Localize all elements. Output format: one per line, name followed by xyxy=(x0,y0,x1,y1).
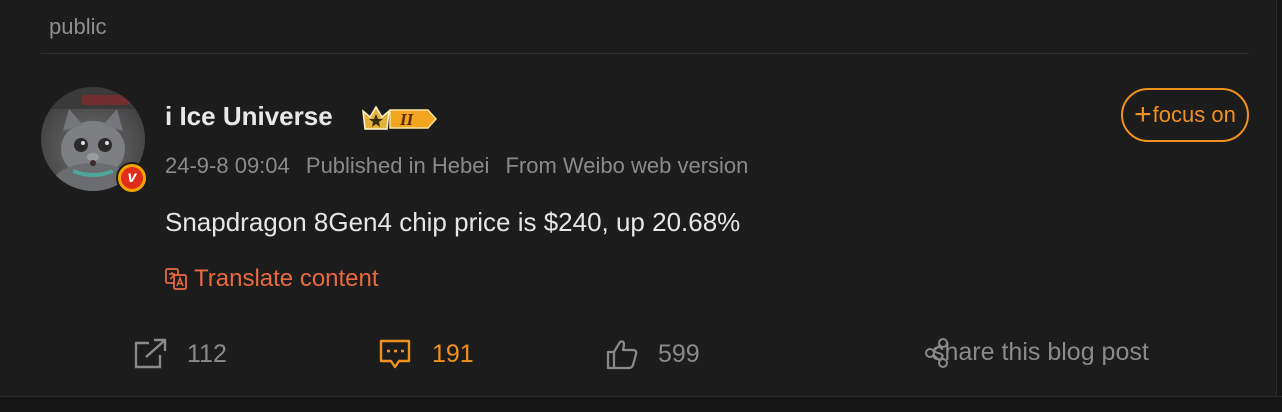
translate-icon xyxy=(165,268,187,290)
card-bottom-border xyxy=(0,396,1282,397)
translate-button[interactable]: Translate content xyxy=(164,265,379,293)
verified-badge: v xyxy=(116,162,148,194)
post-location: Published in Hebei xyxy=(305,153,490,178)
post-time[interactable]: 24-9-8 09:04 xyxy=(165,153,290,178)
share-button[interactable]: share this blog post xyxy=(925,338,1149,368)
share-icon xyxy=(925,338,948,368)
post-card: public v i Ice Universe II 24-9-8 09:04 … xyxy=(0,0,1277,396)
post-content: Snapdragon 8Gen4 chip price is $240, up … xyxy=(165,207,741,237)
comment-button[interactable]: 191 xyxy=(378,338,474,370)
post-meta: 24-9-8 09:04 Published in Hebei From Wei… xyxy=(165,153,758,179)
crown-badge-icon[interactable]: II xyxy=(360,101,438,138)
comment-icon xyxy=(379,339,411,369)
follow-button[interactable]: + focus on xyxy=(1121,88,1249,142)
repost-button[interactable]: 112 xyxy=(133,338,227,370)
comment-count: 191 xyxy=(432,339,474,368)
repost-icon xyxy=(134,338,167,369)
share-label: share this blog post xyxy=(932,338,1149,366)
member-level: II xyxy=(399,110,415,129)
divider xyxy=(41,53,1249,54)
visibility-label: public xyxy=(49,14,107,39)
author-name[interactable]: i Ice Universe xyxy=(165,101,333,132)
like-button[interactable]: 599 xyxy=(606,338,700,370)
thumbs-up-icon xyxy=(606,340,638,370)
plus-icon: + xyxy=(1134,98,1152,131)
like-count: 599 xyxy=(658,339,700,368)
post-source: From Weibo web version xyxy=(505,153,749,178)
translate-label: Translate content xyxy=(194,265,379,292)
repost-count: 112 xyxy=(187,339,227,368)
follow-label: focus on xyxy=(1152,102,1236,127)
verified-v-icon: v xyxy=(121,167,143,189)
